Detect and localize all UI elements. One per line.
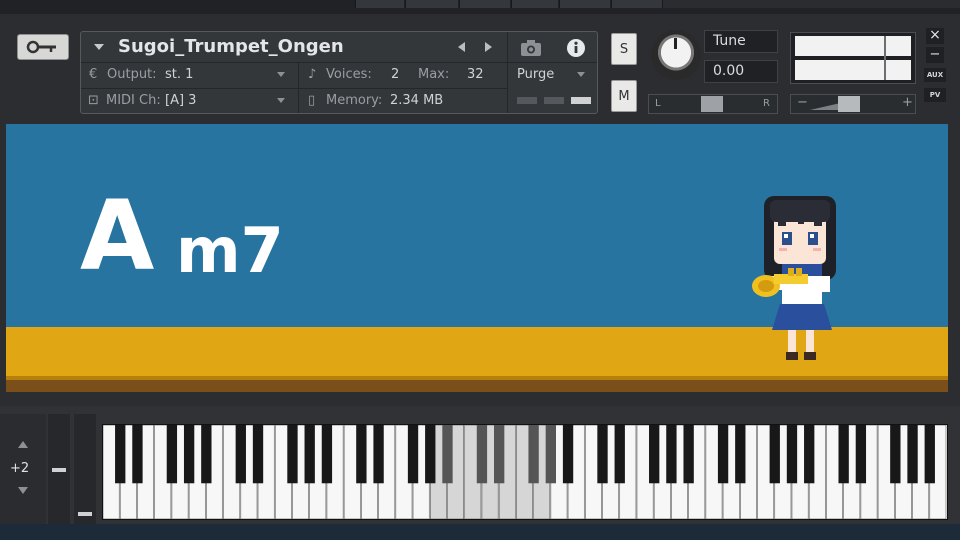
- memory-value: 2.34 MB: [390, 93, 444, 108]
- black-key[interactable]: [115, 425, 126, 484]
- black-key[interactable]: [597, 425, 608, 484]
- dropdown-arrow-icon[interactable]: [93, 42, 105, 52]
- octave-down-arrow-icon[interactable]: [17, 486, 29, 496]
- voices-value: 2: [391, 67, 400, 82]
- black-key[interactable]: [304, 425, 315, 484]
- volume-plus-label: +: [902, 95, 913, 110]
- solo-button[interactable]: S: [611, 33, 637, 65]
- pv-button[interactable]: PV: [924, 88, 946, 102]
- trumpet-girl-character-icon: [752, 196, 836, 360]
- black-key[interactable]: [907, 425, 918, 484]
- volume-minus-label: −: [797, 95, 808, 110]
- black-key[interactable]: [476, 425, 488, 484]
- max-voices-label: Max:: [418, 67, 450, 82]
- output-dropdown-arrow-icon[interactable]: [276, 71, 286, 79]
- mute-button[interactable]: M: [611, 80, 637, 112]
- top-toolbar-strip: [0, 0, 960, 14]
- info-icon[interactable]: [566, 38, 586, 58]
- black-key[interactable]: [769, 425, 780, 484]
- voices-icon: ♪: [308, 67, 317, 82]
- black-key[interactable]: [786, 425, 798, 484]
- output-label: Output:: [107, 67, 157, 82]
- chord-root-note: A: [80, 180, 155, 292]
- prev-arrow-icon[interactable]: [456, 41, 466, 53]
- black-key[interactable]: [132, 425, 143, 484]
- minimize-button[interactable]: −: [926, 47, 944, 63]
- voices-label: Voices:: [326, 67, 372, 82]
- black-key[interactable]: [407, 425, 419, 484]
- camera-icon[interactable]: [519, 38, 543, 58]
- black-key[interactable]: [545, 425, 556, 484]
- black-key[interactable]: [683, 425, 694, 484]
- midi-icon: ⊡: [88, 93, 99, 108]
- level-meter-left: [795, 36, 911, 56]
- aux-button[interactable]: AUX: [924, 68, 946, 82]
- piano-keyboard[interactable]: [102, 424, 948, 520]
- black-key[interactable]: [442, 425, 453, 484]
- black-key[interactable]: [855, 425, 867, 484]
- midi-dropdown-arrow-icon[interactable]: [276, 97, 286, 105]
- black-key[interactable]: [235, 425, 246, 484]
- chord-quality: m7: [176, 214, 284, 287]
- black-key[interactable]: [494, 425, 505, 484]
- black-key[interactable]: [321, 425, 333, 484]
- max-voices-value[interactable]: 32: [467, 67, 484, 82]
- black-key[interactable]: [373, 425, 384, 484]
- tune-knob-pointer: [674, 38, 677, 49]
- stage-frame-right: [948, 124, 960, 404]
- midi-channel-label: MIDI Ch:: [106, 93, 161, 108]
- purge-menu[interactable]: Purge: [517, 67, 554, 82]
- pan-left-label: L: [655, 98, 661, 109]
- black-key[interactable]: [356, 425, 367, 484]
- black-key[interactable]: [717, 425, 729, 484]
- instrument-name[interactable]: Sugoi_Trumpet_Ongen: [118, 36, 344, 57]
- bottom-status-strip: [0, 524, 960, 540]
- black-key[interactable]: [201, 425, 212, 484]
- mod-wheel-indicator: [78, 512, 92, 516]
- close-button[interactable]: ×: [926, 28, 944, 44]
- black-key[interactable]: [562, 425, 574, 484]
- pan-right-label: R: [763, 98, 770, 109]
- purge-indicator-3: [571, 97, 591, 104]
- mod-wheel[interactable]: [74, 414, 96, 524]
- memory-label: Memory:: [326, 93, 383, 108]
- black-key[interactable]: [666, 425, 677, 484]
- black-key[interactable]: [804, 425, 815, 484]
- stage-frame-left: [0, 124, 6, 404]
- black-key[interactable]: [838, 425, 849, 484]
- black-key[interactable]: [166, 425, 178, 484]
- output-icon: €: [89, 67, 98, 82]
- purge-indicator-2: [544, 97, 564, 104]
- volume-slider-handle[interactable]: [838, 96, 860, 112]
- black-key[interactable]: [614, 425, 625, 484]
- tune-value[interactable]: 0.00: [704, 60, 778, 83]
- octave-up-arrow-icon[interactable]: [17, 440, 29, 450]
- black-key[interactable]: [890, 425, 901, 484]
- octave-value: +2: [10, 461, 30, 476]
- black-key[interactable]: [528, 425, 539, 484]
- wrench-icon: [26, 40, 56, 54]
- pitch-bend-indicator: [52, 468, 66, 472]
- stage-frame-bottom: [0, 392, 960, 406]
- pan-slider-handle[interactable]: [701, 96, 723, 112]
- black-key[interactable]: [735, 425, 746, 484]
- black-key[interactable]: [649, 425, 660, 484]
- next-arrow-icon[interactable]: [484, 41, 494, 53]
- instrument-options-button[interactable]: [17, 34, 69, 60]
- memory-icon: ▯: [308, 93, 316, 108]
- level-meter-peak: [884, 36, 886, 80]
- tune-label: Tune: [704, 30, 778, 53]
- output-value[interactable]: st. 1: [165, 67, 193, 82]
- purge-indicator-1: [517, 97, 537, 104]
- level-meter-right: [795, 60, 911, 80]
- black-key[interactable]: [252, 425, 264, 484]
- black-key[interactable]: [183, 425, 195, 484]
- black-key[interactable]: [924, 425, 935, 484]
- midi-channel-value[interactable]: [A] 3: [165, 93, 196, 108]
- purge-dropdown-arrow-icon[interactable]: [576, 71, 586, 79]
- piano-keys[interactable]: [102, 424, 947, 520]
- black-key[interactable]: [287, 425, 298, 484]
- black-key[interactable]: [425, 425, 436, 484]
